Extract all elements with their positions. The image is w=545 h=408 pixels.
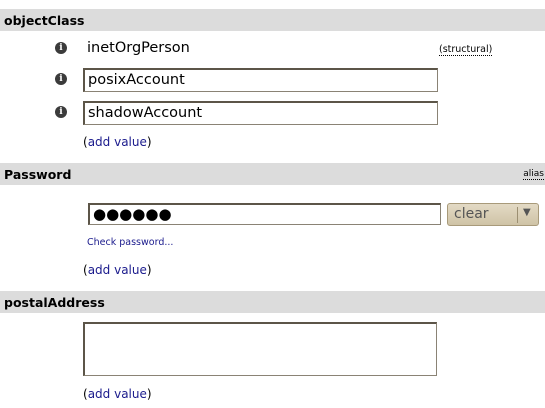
section-title: objectClass [4, 13, 85, 28]
section-title: Password [4, 167, 72, 182]
info-icon[interactable]: i [55, 106, 67, 118]
structural-label: (structural) [439, 44, 493, 56]
alias-link[interactable]: alias [523, 169, 544, 180]
add-value-link[interactable]: add value [88, 387, 147, 401]
check-password-link[interactable]: Check password... [87, 237, 173, 248]
info-icon[interactable]: i [55, 73, 67, 85]
paren-close: ) [146, 135, 152, 149]
add-value-link[interactable]: add value [88, 135, 147, 149]
add-value-link[interactable]: add value [88, 263, 147, 277]
section-title: postalAddress [4, 295, 105, 310]
objectclass-header: objectClass [0, 9, 545, 31]
paren-close: ) [146, 263, 152, 277]
password-hash-select[interactable]: clear ▼ [447, 203, 539, 226]
password-input[interactable]: ●●●●●● [88, 203, 441, 225]
postaladdress-header: postalAddress [0, 291, 545, 313]
objectclass-input[interactable]: posixAccount [83, 68, 438, 92]
paren-close: ) [146, 387, 152, 401]
add-value-link-group: (add value) [83, 263, 152, 277]
password-header: Password alias [0, 163, 545, 185]
info-icon[interactable]: i [55, 42, 67, 54]
postal-address-textarea[interactable] [83, 322, 437, 376]
add-value-link-group: (add value) [83, 135, 152, 149]
select-value: clear [454, 206, 489, 222]
select-divider [517, 207, 518, 223]
objectclass-input[interactable]: shadowAccount [83, 101, 438, 125]
add-value-link-group: (add value) [83, 387, 152, 401]
objectclass-value-static: inetOrgPerson [87, 40, 190, 56]
chevron-down-icon: ▼ [523, 207, 531, 218]
